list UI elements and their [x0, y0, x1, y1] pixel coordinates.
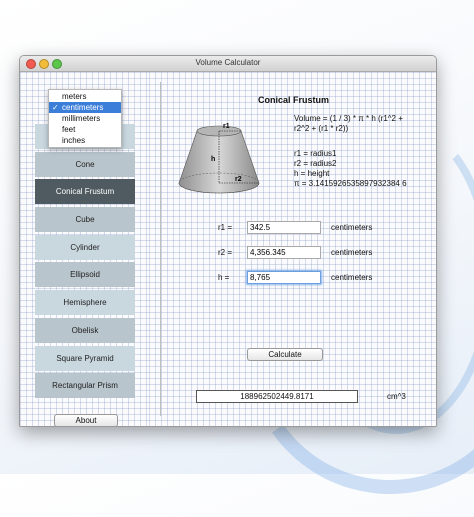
- units-dropdown-menu[interactable]: meters ✓ centimeters millimeters feet inc…: [48, 89, 122, 148]
- unit-option-label: millimeters: [62, 114, 101, 123]
- unit-option-centimeters[interactable]: ✓ centimeters: [49, 102, 121, 113]
- unit-option-feet[interactable]: feet: [49, 124, 121, 135]
- r1-unit: centimeters: [331, 223, 373, 232]
- unit-option-label: centimeters: [62, 103, 104, 112]
- result-field: 188962502449.8171: [196, 390, 358, 403]
- legend-line: r2 = radius2: [294, 159, 337, 168]
- unit-option-label: meters: [62, 92, 87, 101]
- calculate-button[interactable]: Calculate: [247, 348, 323, 361]
- formula-line: Volume = (1 / 3) * π * h (r1^2 +: [294, 114, 403, 123]
- volume-formula: Volume = (1 / 3) * π * h (r1^2 + r2^2 + …: [294, 114, 436, 134]
- unit-option-meters[interactable]: meters: [49, 91, 121, 102]
- shape-button-obelisk[interactable]: Obelisk: [35, 317, 135, 343]
- h-unit: centimeters: [331, 273, 373, 282]
- unit-option-millimeters[interactable]: millimeters: [49, 113, 121, 124]
- shape-button-cube[interactable]: Cube: [35, 207, 135, 233]
- h-label: h =: [218, 273, 230, 282]
- variable-legend: r1 = radius1 r2 = radius2 h = height π =…: [294, 149, 407, 189]
- shape-button-ellipsoid[interactable]: Ellipsoid: [35, 262, 135, 288]
- unit-option-inches[interactable]: inches: [49, 135, 121, 146]
- sidebar: meters ✓ centimeters millimeters feet inc…: [20, 72, 149, 426]
- shape-button-conical-frustum[interactable]: Conical Frustum: [35, 179, 135, 205]
- shape-button-square-pyramid[interactable]: Square Pyramid: [35, 345, 135, 371]
- unit-option-label: inches: [62, 136, 86, 145]
- shape-button-rectangular-prism[interactable]: Rectangular Prism: [35, 373, 135, 399]
- shape-button-cone[interactable]: Cone: [35, 151, 135, 177]
- shape-list: Cone Conical Frustum Cube Cylinder Ellip…: [35, 124, 135, 401]
- h-input[interactable]: [247, 271, 321, 284]
- main-panel: Conical Frustum r1 h r2 Volume = (1 / 3)…: [161, 72, 436, 426]
- shape-button-hemisphere[interactable]: Hemisphere: [35, 290, 135, 316]
- result-unit: cm^3: [387, 392, 406, 401]
- about-button[interactable]: About: [54, 414, 118, 426]
- diagram-label-r1: r1: [223, 123, 230, 130]
- shape-button-cylinder[interactable]: Cylinder: [35, 234, 135, 260]
- legend-line: r1 = radius1: [294, 149, 337, 158]
- window-title: Volume Calculator: [195, 58, 261, 67]
- frustum-diagram: r1 h r2: [178, 123, 260, 194]
- r2-unit: centimeters: [331, 248, 373, 257]
- r2-label: r2 =: [218, 248, 233, 257]
- diagram-label-h: h: [211, 156, 215, 163]
- app-window: Volume Calculator meters ✓ centimeters mi…: [19, 55, 437, 427]
- title-bar: Volume Calculator: [20, 56, 436, 72]
- r1-label: r1 =: [218, 223, 233, 232]
- unit-option-label: feet: [62, 125, 76, 134]
- r1-input[interactable]: [247, 221, 321, 234]
- formula-line: r2^2 + (r1 * r2)): [294, 124, 349, 133]
- legend-line: π = 3.1415926535897932384 6: [294, 179, 407, 188]
- r2-input[interactable]: [247, 246, 321, 259]
- legend-line: h = height: [294, 169, 330, 178]
- shape-heading: Conical Frustum: [258, 95, 330, 105]
- checkmark-icon: ✓: [52, 103, 59, 112]
- diagram-label-r2: r2: [235, 176, 242, 183]
